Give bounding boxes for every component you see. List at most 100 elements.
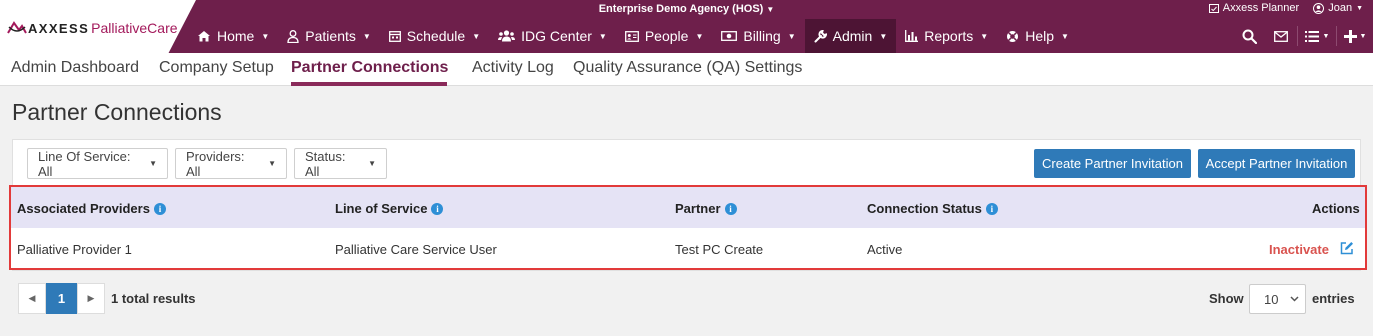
nav-admin-label: Admin	[832, 28, 873, 44]
nav-reports-label: Reports	[924, 28, 974, 44]
top-navigation-bar: AXXESS PalliativeCare Enterprise Demo Ag…	[0, 0, 1373, 53]
tab-qa-settings[interactable]: Quality Assurance (QA) Settings	[573, 59, 802, 77]
info-icon[interactable]: i	[431, 202, 444, 215]
column-header-line-of-service[interactable]: Line of Service i	[335, 201, 444, 216]
page-title: Partner Connections	[12, 99, 222, 125]
search-button[interactable]	[1233, 19, 1265, 53]
id-card-icon	[624, 30, 639, 42]
admin-subnav: Admin Dashboard Company Setup Partner Co…	[0, 53, 1373, 86]
total-results: 1 total results	[111, 291, 196, 306]
caret-down-icon: ▼	[695, 31, 704, 41]
cell-partner: Test PC Create	[675, 242, 764, 257]
caret-down-icon: ▼	[368, 159, 376, 168]
cell-line-of-service: Palliative Care Service User	[335, 242, 497, 257]
main-nav: Home ▼ Patients ▼ Schedule ▼ IDG Center ▼ Pe…	[188, 19, 1078, 53]
caret-down-icon: ▼	[362, 31, 371, 41]
user-menu[interactable]: Joan ▼	[1313, 2, 1363, 14]
column-header-line-of-service-label: Line of Service	[335, 201, 428, 216]
planner-label: Axxess Planner	[1222, 2, 1300, 14]
cell-status: Active	[867, 242, 903, 257]
info-icon[interactable]: i	[153, 202, 166, 215]
caret-down-icon: ▼	[980, 31, 989, 41]
nav-idg-center[interactable]: IDG Center ▼	[489, 19, 616, 53]
nav-schedule[interactable]: Schedule ▼	[380, 19, 489, 53]
accept-partner-invitation-button[interactable]: Accept Partner Invitation	[1198, 149, 1355, 178]
user-name: Joan	[1328, 2, 1353, 14]
status-filter[interactable]: Status: All ▼	[294, 148, 387, 179]
bar-chart-icon	[905, 30, 919, 42]
caret-down-icon: ▼	[1061, 31, 1069, 41]
caret-down-icon: ▼	[1322, 32, 1330, 40]
column-header-actions-label: Actions	[1312, 201, 1360, 216]
active-tab-indicator	[291, 82, 447, 86]
edit-icon[interactable]	[1340, 241, 1354, 260]
nav-patients[interactable]: Patients ▼	[278, 19, 380, 53]
nav-home[interactable]: Home ▼	[188, 19, 278, 53]
column-header-status[interactable]: Connection Status i	[867, 201, 998, 216]
nav-help-label: Help	[1025, 28, 1054, 44]
calendar-icon	[388, 31, 401, 42]
nav-patients-label: Patients	[305, 28, 356, 44]
nav-people[interactable]: People ▼	[616, 19, 713, 53]
column-header-status-label: Connection Status	[867, 201, 982, 216]
show-label: Show	[1209, 291, 1244, 306]
cell-provider: Palliative Provider 1	[17, 242, 132, 257]
messages-button[interactable]	[1265, 19, 1297, 53]
app-logo[interactable]: AXXESS PalliativeCare	[6, 20, 178, 36]
caret-down-icon: ▼	[472, 31, 481, 41]
line-of-service-filter[interactable]: Line Of Service: All ▼	[27, 148, 168, 179]
column-header-partner[interactable]: Partner i	[675, 201, 737, 216]
info-icon[interactable]: i	[724, 202, 737, 215]
nav-idg-label: IDG Center	[521, 28, 592, 44]
caret-down-icon: ▼	[1356, 4, 1363, 12]
home-icon	[198, 31, 210, 42]
inactivate-link[interactable]: Inactivate	[1269, 242, 1329, 257]
nav-help[interactable]: Help ▼	[997, 19, 1078, 53]
tab-partner-connections[interactable]: Partner Connections	[291, 59, 448, 77]
users-icon	[498, 30, 516, 42]
nav-reports[interactable]: Reports ▼	[896, 19, 997, 53]
agency-selector[interactable]: Enterprise Demo Agency (HOS) ▼	[0, 3, 1373, 15]
nav-people-label: People	[644, 28, 689, 44]
providers-filter[interactable]: Providers: All ▼	[175, 148, 287, 179]
nav-schedule-label: Schedule	[406, 28, 466, 44]
chevron-down-icon	[1290, 296, 1299, 302]
create-partner-invitation-button[interactable]: Create Partner Invitation	[1034, 149, 1191, 178]
logo-mark-icon	[6, 21, 27, 35]
caret-down-icon: ▼	[268, 159, 276, 168]
info-icon[interactable]: i	[985, 202, 998, 215]
tab-activity-log[interactable]: Activity Log	[472, 59, 554, 77]
tab-admin-dashboard[interactable]: Admin Dashboard	[11, 59, 139, 77]
life-ring-icon	[1007, 30, 1019, 42]
column-header-providers-label: Associated Providers	[17, 201, 150, 216]
status-filter-label: Status: All	[305, 148, 346, 179]
nav-billing-label: Billing	[743, 28, 781, 44]
logo-product: PalliativeCare	[91, 20, 178, 36]
logo-brand: AXXESS	[28, 20, 90, 36]
caret-down-icon: ▼	[1359, 32, 1367, 40]
caret-down-icon: ▼	[879, 31, 888, 41]
tab-company-setup[interactable]: Company Setup	[159, 59, 274, 77]
list-icon	[1304, 30, 1319, 42]
caret-down-icon: ▼	[261, 31, 270, 41]
list-menu-button[interactable]: ▼	[1298, 19, 1336, 53]
caret-down-icon: ▼	[787, 31, 796, 41]
page-size-value: 10	[1264, 291, 1279, 307]
nav-billing[interactable]: Billing ▼	[712, 19, 804, 53]
page-size-select[interactable]: 10	[1249, 284, 1306, 314]
previous-page-button[interactable]: ◀	[18, 283, 46, 314]
envelope-icon	[1274, 30, 1288, 42]
chevron-right-icon: ▶	[87, 293, 95, 303]
money-icon	[721, 31, 738, 41]
column-header-providers[interactable]: Associated Providers i	[17, 201, 166, 216]
pagination: ◀ 1 ▶	[18, 283, 105, 314]
add-menu-button[interactable]: ▼	[1337, 19, 1373, 53]
next-page-button[interactable]: ▶	[77, 283, 105, 314]
line-of-service-filter-label: Line Of Service: All	[38, 148, 131, 179]
column-header-partner-label: Partner	[675, 201, 721, 216]
column-header-actions: Actions	[1312, 201, 1360, 216]
table-header: Associated Providers i Line of Service i…	[11, 187, 1365, 228]
page-button-current[interactable]: 1	[46, 283, 77, 314]
planner-link[interactable]: Axxess Planner	[1208, 2, 1300, 14]
nav-admin[interactable]: Admin ▼	[804, 19, 897, 53]
